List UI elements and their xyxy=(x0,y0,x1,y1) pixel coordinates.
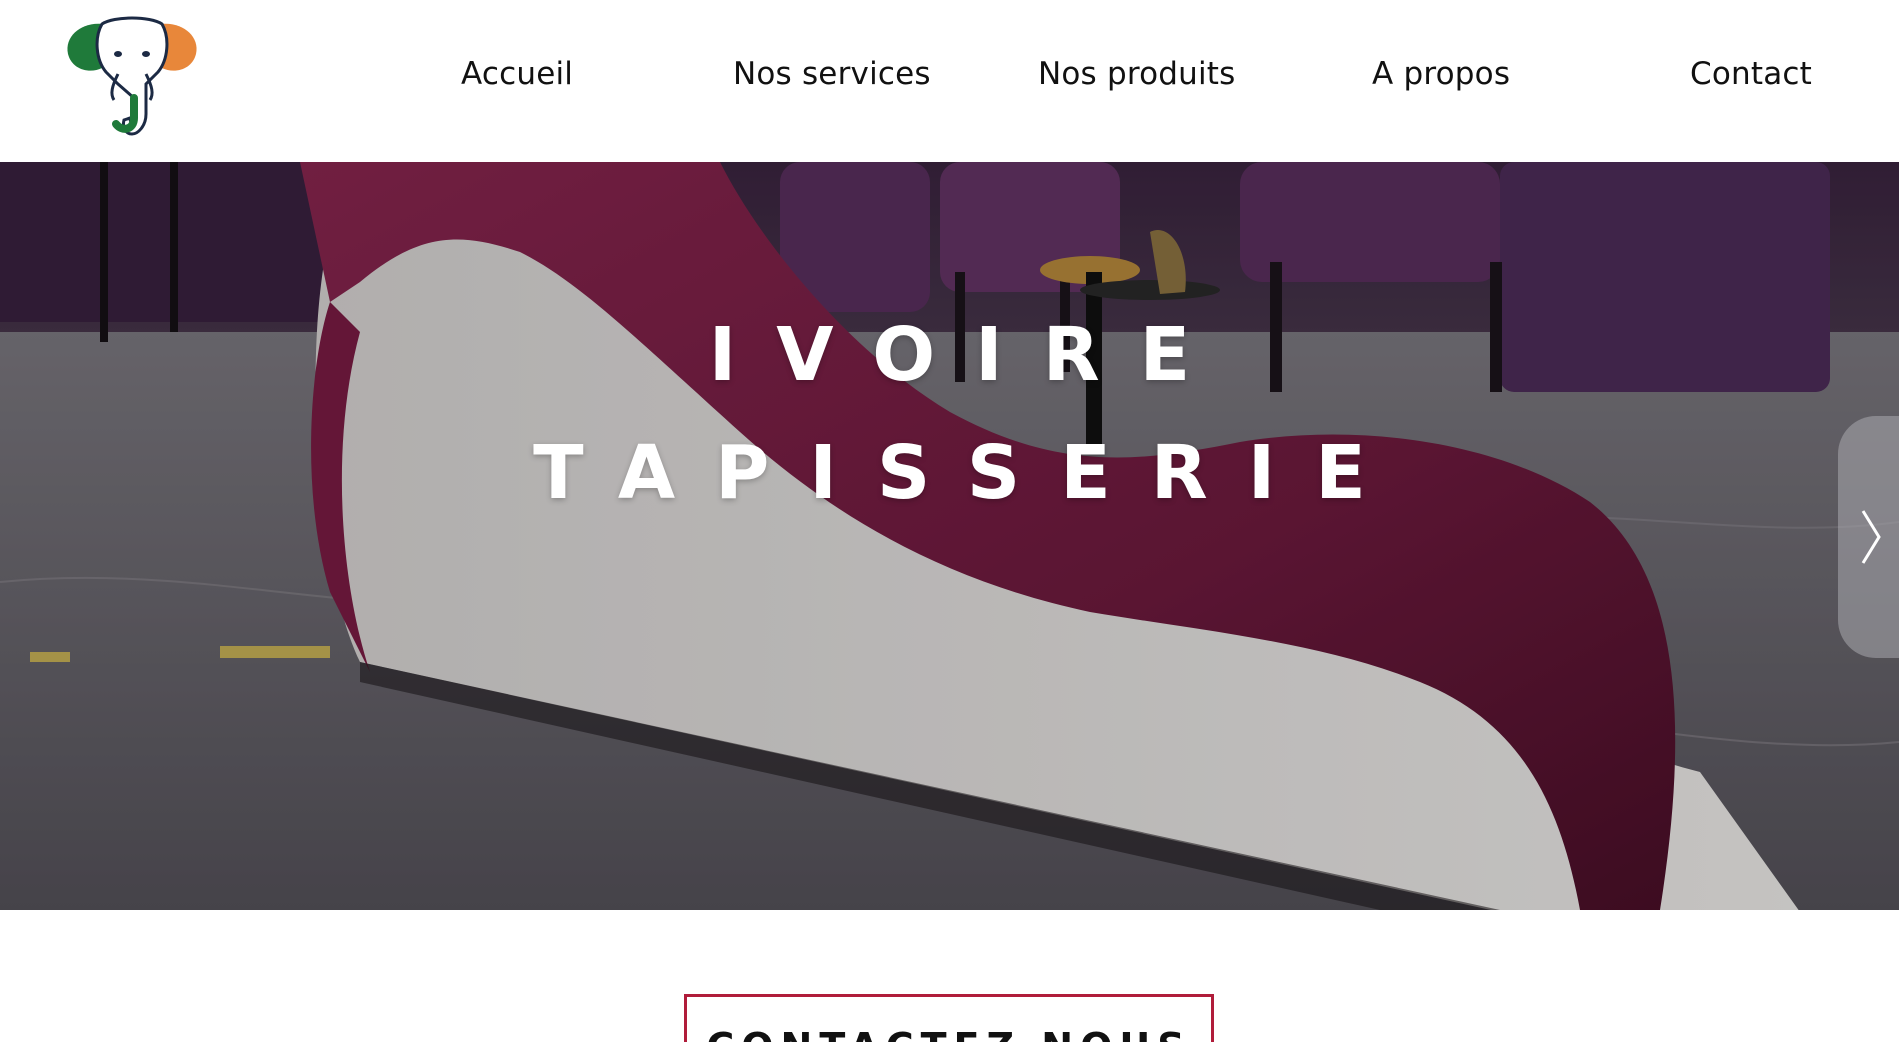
chevron-right-icon xyxy=(1861,510,1881,564)
hero-title-line-2: TAPISSERIE xyxy=(533,430,1406,516)
page: Accueil Nos services Nos produits A prop… xyxy=(0,0,1899,1042)
nav-link-accueil[interactable]: Accueil xyxy=(461,56,573,92)
nav-link-services[interactable]: Nos services xyxy=(733,56,931,92)
nav-link-produits[interactable]: Nos produits xyxy=(1038,56,1236,92)
contact-us-button[interactable]: CONTACTEZ NOUS xyxy=(684,994,1214,1042)
nav-link-contact[interactable]: Contact xyxy=(1690,56,1812,92)
nav-link-apropos[interactable]: A propos xyxy=(1372,56,1510,92)
site-header: Accueil Nos services Nos produits A prop… xyxy=(0,0,1899,162)
hero-title-line-1: IVOIRE xyxy=(708,312,1231,398)
carousel-next-button[interactable] xyxy=(1838,416,1899,658)
elephant-logo-icon[interactable] xyxy=(62,14,202,146)
hero-background-image xyxy=(0,162,1899,910)
hero-banner: IVOIRE TAPISSERIE xyxy=(0,162,1899,910)
